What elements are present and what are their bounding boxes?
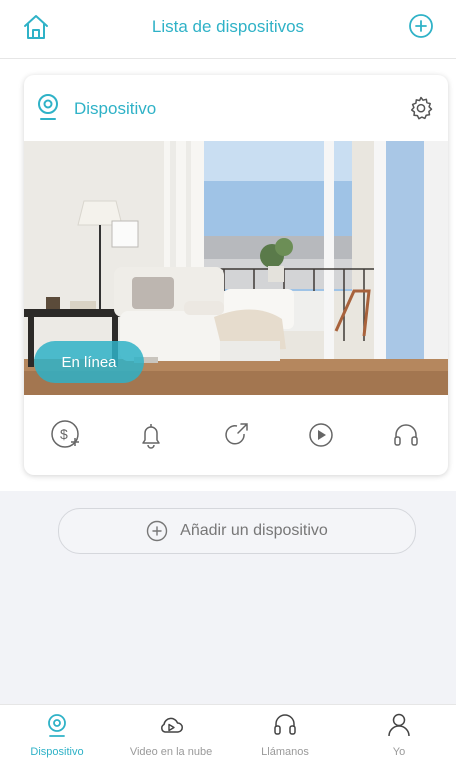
add-icon[interactable] xyxy=(408,13,434,39)
add-device-button[interactable]: Añadir un dispositivo xyxy=(58,508,416,554)
tab-video-nube[interactable]: Video en la nube xyxy=(114,705,228,768)
tab-label: Video en la nube xyxy=(129,746,213,758)
device-card[interactable]: Dispositivo En línea $ xyxy=(24,75,448,475)
tab-dispositivo[interactable]: Dispositivo xyxy=(0,705,114,768)
headset-icon xyxy=(274,714,296,735)
tab-llamanos[interactable]: Llámanos xyxy=(228,705,342,768)
page-title: Lista de dispositivos xyxy=(151,17,305,36)
tab-label: Llámanos xyxy=(261,746,309,758)
cloud-plan-icon[interactable]: $ xyxy=(49,418,83,452)
gear-icon[interactable] xyxy=(408,95,434,121)
device-card-header: Dispositivo xyxy=(24,75,448,141)
tab-label: Yo xyxy=(392,746,406,758)
camera-icon xyxy=(48,714,66,737)
play-icon[interactable] xyxy=(304,418,338,452)
plus-circle-icon xyxy=(146,520,168,542)
camera-preview[interactable]: En línea xyxy=(24,141,448,395)
add-device-label: Añadir un dispositivo xyxy=(180,522,328,539)
online-status-badge: En línea xyxy=(34,341,144,383)
device-name: Dispositivo xyxy=(74,99,157,118)
headset-icon[interactable] xyxy=(389,418,423,452)
svg-text:$: $ xyxy=(60,426,68,442)
tab-label: Dispositivo xyxy=(30,746,84,758)
device-list: Dispositivo En línea $ Añadir un disposi… xyxy=(0,59,456,704)
camera-icon xyxy=(38,94,58,120)
top-bar: Lista de dispositivos xyxy=(0,0,456,59)
tab-yo[interactable]: Yo xyxy=(342,705,456,768)
bottom-tab-bar: Dispositivo Video en la nube Llámanos Yo xyxy=(0,704,456,768)
bell-icon[interactable] xyxy=(134,418,168,452)
device-actions: $ xyxy=(24,405,448,465)
person-icon xyxy=(388,713,410,737)
share-icon[interactable] xyxy=(219,418,253,452)
cloud-play-icon xyxy=(161,717,183,733)
